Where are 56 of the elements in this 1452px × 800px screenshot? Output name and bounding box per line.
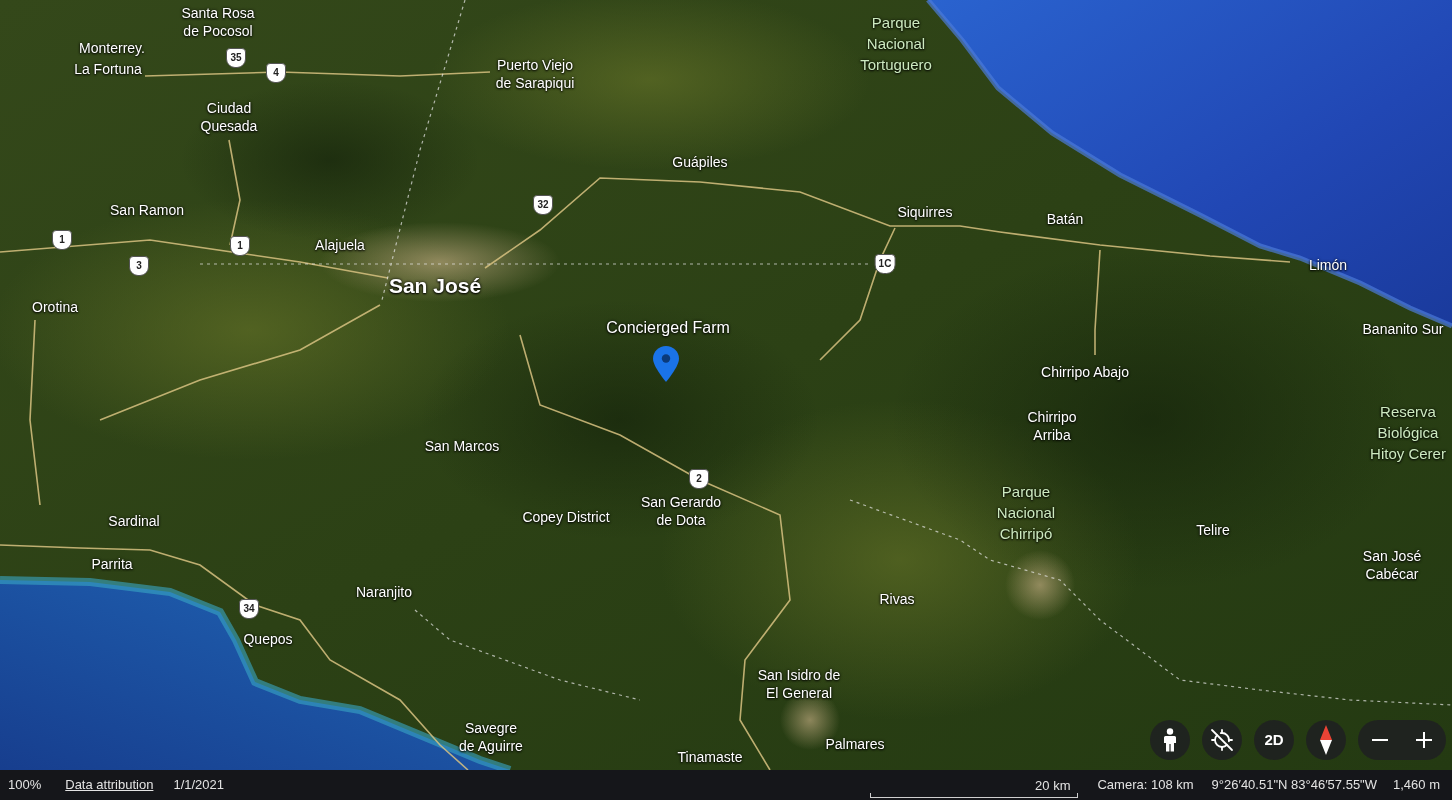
elevation-text: 1,460 m [1393, 776, 1440, 795]
place-label: Guápiles [672, 153, 728, 171]
place-label: Puerto Viejo de Sarapiqui [495, 56, 575, 92]
place-label: Monterrey. [79, 39, 145, 57]
scale-label: 20 km [1035, 778, 1072, 793]
place-label: Tinamaste [677, 748, 743, 766]
place-label: Palmares [825, 735, 885, 753]
place-label: San Isidro de El General [757, 666, 841, 702]
park-label: Parque Nacional Chirripó [996, 482, 1056, 544]
zoom-level-text: 100% [8, 776, 42, 795]
coordinates-text: 9°26′40.51"N 83°46′57.55"W [1211, 776, 1377, 795]
place-label: La Fortuna [74, 60, 142, 78]
place-label: Parrita [91, 555, 133, 573]
place-label: Naranjito [356, 583, 412, 601]
place-label: Santa Rosa de Pocosol [181, 4, 255, 40]
place-label: Sardinal [108, 512, 160, 530]
place-label: Bananito Sur [1362, 320, 1444, 338]
place-label: Copey District [522, 508, 610, 526]
route-shield: 34 [239, 599, 259, 619]
place-label: San Ramon [110, 201, 184, 219]
route-shield: 1 [52, 230, 72, 250]
place-label: Savegre de Aguirre [459, 719, 523, 755]
camera-altitude-text: Camera: 108 km [1097, 776, 1194, 795]
place-label: Limón [1308, 256, 1348, 274]
place-label: Chirripo Arriba [1027, 408, 1077, 444]
place-label: Batán [1046, 210, 1084, 228]
pin-label: Concierged Farm [606, 318, 730, 338]
plus-icon [1416, 732, 1432, 748]
place-label: Telire [1196, 521, 1230, 539]
route-shield: 4 [266, 63, 286, 83]
imagery-date-text: 1/1/2021 [173, 776, 225, 795]
crossed-crosshair-icon [1210, 728, 1234, 752]
place-label: San Marcos [424, 437, 500, 455]
place-label: Siquirres [897, 203, 953, 221]
route-shield: 1C [874, 254, 896, 274]
place-label: Ciudad Quesada [200, 99, 258, 135]
compass-needle-icon [1320, 725, 1332, 755]
place-label: San José Cabécar [1362, 547, 1422, 583]
place-label: Quepos [243, 630, 293, 648]
place-label: Orotina [32, 298, 78, 316]
route-shield: 32 [533, 195, 553, 215]
route-shield: 3 [129, 256, 149, 276]
map-pin-icon[interactable] [653, 346, 679, 382]
place-label: Rivas [879, 590, 915, 608]
park-label: Reserva Biológica Hitoy Cerer [1370, 402, 1446, 464]
route-shield: 35 [226, 48, 246, 68]
route-shield: 1 [230, 236, 250, 256]
place-label: Chirripo Abajo [1041, 363, 1129, 381]
data-attribution-link[interactable]: Data attribution [65, 775, 154, 795]
route-shield: 2 [689, 469, 709, 489]
city-label: San José [388, 274, 482, 298]
park-label: Parque Nacional Tortuguero [860, 13, 932, 75]
place-label: San Gerardo de Dota [640, 493, 722, 529]
person-icon [1163, 728, 1177, 752]
minus-icon [1372, 739, 1388, 741]
place-label: Alajuela [315, 236, 365, 254]
